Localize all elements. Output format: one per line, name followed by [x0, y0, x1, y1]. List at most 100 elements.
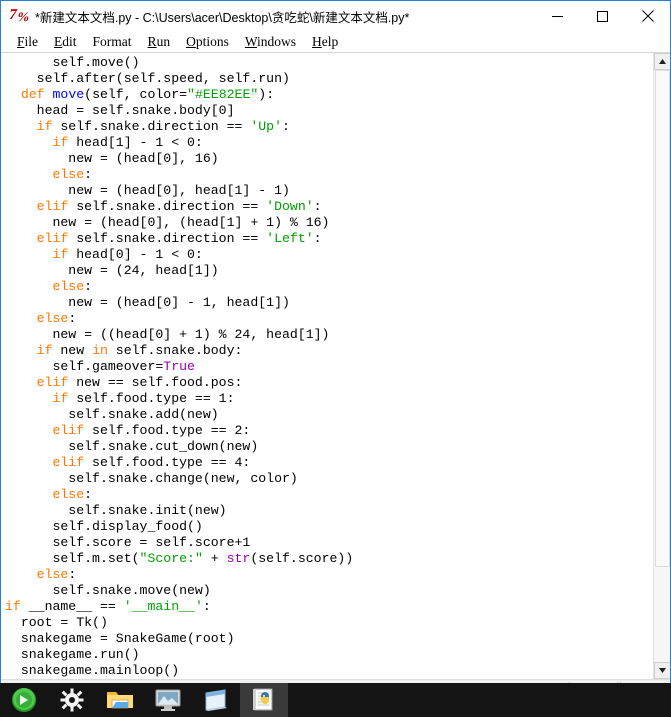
code-token: snakegame.mainloop(): [5, 663, 180, 678]
code-line: self.snake.change(new, color): [5, 471, 653, 487]
code-token: new = (head[0], (head[1] + 1) % 16): [5, 215, 330, 230]
taskbar-item-start[interactable]: [0, 683, 48, 717]
code-token: :: [282, 119, 290, 134]
code-token: new = (24, head[1]): [5, 263, 219, 278]
code-token: if: [5, 599, 21, 614]
code-token: str: [226, 551, 251, 566]
code-token: elif: [52, 423, 85, 438]
code-line: head = self.snake.body[0]: [5, 103, 653, 119]
code-token: self.snake.body:: [107, 343, 243, 358]
code-token: self.after(self.speed, self.run): [5, 71, 290, 86]
code-token: self.display_food(): [5, 519, 203, 534]
title-bar[interactable]: 7 % *新建文本文档.py - C:\Users\acer\Desktop\贪…: [1, 1, 670, 31]
code-token: else: [52, 279, 85, 294]
code-text-widget[interactable]: self.move() self.after(self.speed, self.…: [1, 53, 653, 679]
code-token: ):: [258, 87, 275, 102]
menu-file[interactable]: File: [9, 34, 46, 50]
code-line: root = Tk(): [5, 615, 653, 631]
code-token: if: [52, 135, 69, 150]
code-token: in: [92, 343, 108, 358]
code-token: self.snake.init(new): [5, 503, 227, 518]
python-idle-icon: 7 %: [7, 7, 31, 25]
code-line: elif self.snake.direction == 'Left':: [5, 231, 653, 247]
scroll-down-button[interactable]: [654, 662, 670, 679]
menu-options[interactable]: Options: [178, 34, 237, 50]
code-line: self.gameover=True: [5, 359, 653, 375]
code-line: self.score = self.score+1: [5, 535, 653, 551]
code-token: head = self.snake.body[0]: [5, 103, 235, 118]
code-line: self.after(self.speed, self.run): [5, 71, 653, 87]
code-line: new = (24, head[1]): [5, 263, 653, 279]
code-line: self.snake.init(new): [5, 503, 653, 519]
code-token: new = (head[0], 16): [5, 151, 219, 166]
menu-options-rest: ptions: [195, 33, 229, 49]
minimize-button[interactable]: [535, 1, 580, 31]
code-token: +: [202, 551, 227, 566]
screen: 7 % *新建文本文档.py - C:\Users\acer\Desktop\贪…: [0, 0, 671, 717]
idle-editor-window: 7 % *新建文本文档.py - C:\Users\acer\Desktop\贪…: [0, 0, 671, 700]
window-controls: [535, 1, 670, 31]
code-token: snakegame = SnakeGame(root): [5, 631, 235, 646]
code-token: new = (head[0] - 1, head[1]): [5, 295, 290, 310]
code-token: else: [52, 167, 85, 182]
menu-edit[interactable]: Edit: [46, 34, 85, 50]
taskbar-item-idle[interactable]: [240, 683, 288, 717]
code-line: snakegame.run(): [5, 647, 653, 663]
code-token: def: [20, 87, 45, 102]
code-token: True: [163, 359, 195, 374]
taskbar-item-notepad[interactable]: [192, 683, 240, 717]
notepad-icon: [205, 689, 227, 711]
code-token: head[0] - 1 < 0:: [68, 247, 203, 262]
menu-windows[interactable]: Windows: [237, 34, 304, 50]
taskbar-item-display[interactable]: [144, 683, 192, 717]
scroll-up-button[interactable]: [654, 53, 670, 70]
code-token: self.snake.direction ==: [68, 231, 267, 246]
code-line: if self.food.type == 1:: [5, 391, 653, 407]
code-token: new: [52, 343, 93, 358]
code-token: :: [202, 599, 211, 614]
code-token: self.food.type == 1:: [68, 391, 235, 406]
code-token: :: [68, 567, 77, 582]
code-token: elif: [36, 231, 69, 246]
code-token: self.snake.change(new, color): [5, 471, 298, 486]
taskbar-item-settings[interactable]: [48, 683, 96, 717]
minimize-icon: [552, 15, 563, 17]
start-orb-icon: [12, 688, 36, 712]
taskbar: [0, 683, 671, 717]
code-line: new = ((head[0] + 1) % 24, head[1]): [5, 327, 653, 343]
vertical-scrollbar[interactable]: [653, 53, 670, 679]
menu-format[interactable]: Format: [85, 34, 140, 50]
menu-bar: File Edit Format Run Options Windows Hel…: [1, 31, 670, 53]
code-line: self.snake.move(new): [5, 583, 653, 599]
code-token: if: [52, 247, 69, 262]
code-token: root = Tk(): [5, 615, 108, 630]
code-token: :: [84, 167, 93, 182]
window-title: *新建文本文档.py - C:\Users\acer\Desktop\贪吃蛇\新…: [35, 10, 410, 25]
code-line: def move(self, color="#EE82EE"):: [5, 87, 653, 103]
code-token: new = ((head[0] + 1) % 24, head[1]): [5, 327, 330, 342]
code-token: 'Left': [266, 231, 314, 246]
code-token: else: [52, 487, 85, 502]
code-line: else:: [5, 487, 653, 503]
taskbar-item-file-explorer[interactable]: [96, 683, 144, 717]
menu-file-rest: ile: [24, 33, 39, 49]
code-token: :: [313, 199, 322, 214]
code-token: move: [52, 87, 85, 102]
scrollbar-track[interactable]: [654, 70, 670, 662]
code-line: elif new == self.food.pos:: [5, 375, 653, 391]
menu-run[interactable]: Run: [140, 34, 179, 50]
close-button[interactable]: [625, 1, 670, 31]
code-token: elif: [36, 375, 69, 390]
settings-gear-icon: [60, 688, 84, 712]
scrollbar-thumb[interactable]: [655, 70, 670, 568]
maximize-button[interactable]: [580, 1, 625, 31]
code-line: if __name__ == '__main__':: [5, 599, 653, 615]
menu-help[interactable]: Help: [304, 34, 346, 50]
